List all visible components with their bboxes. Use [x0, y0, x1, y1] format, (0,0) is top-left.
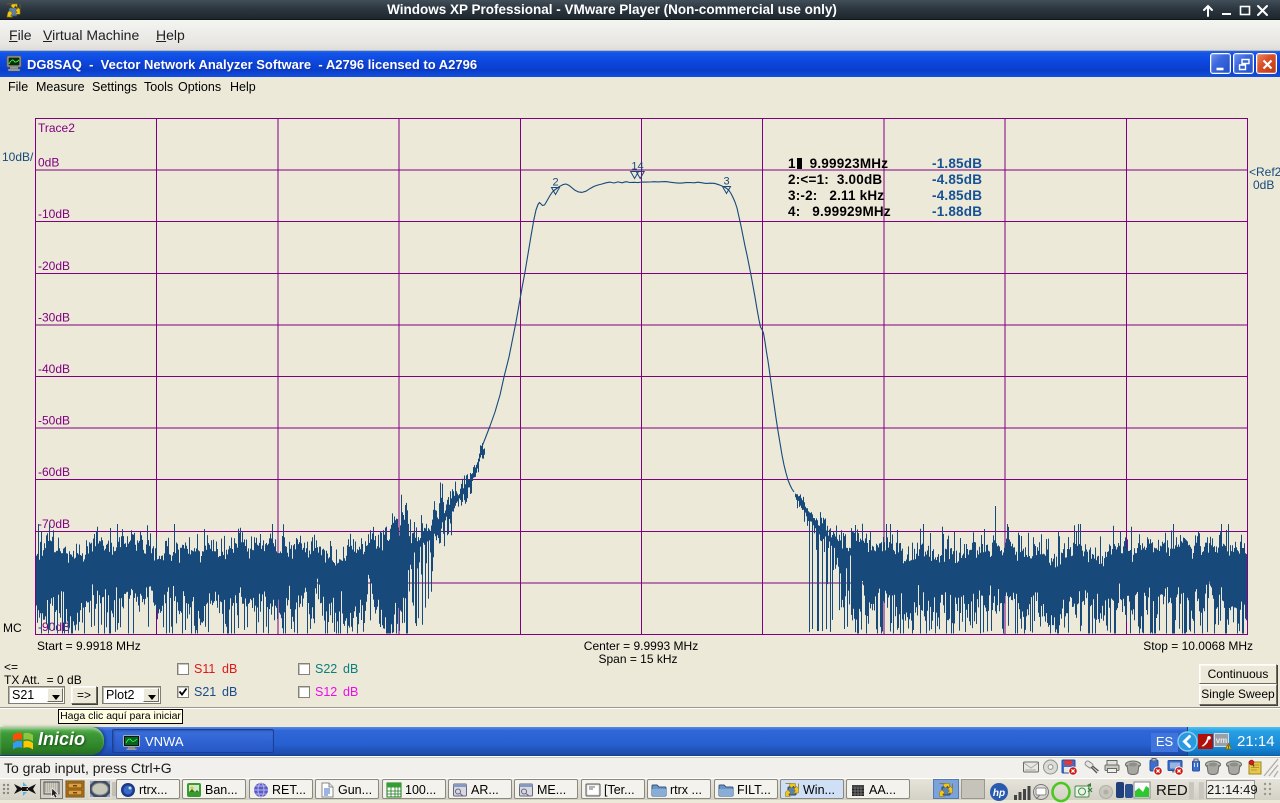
svg-text:-20dB: -20dB	[38, 259, 70, 273]
svg-text:0dB: 0dB	[1253, 178, 1274, 192]
svg-text:-60dB: -60dB	[38, 465, 70, 479]
svg-text:2: 2	[552, 177, 558, 189]
svg-text:Stop = 10.0068 MHz: Stop = 10.0068 MHz	[1143, 639, 1253, 653]
svg-text:Center = 9.9993 MHz: Center = 9.9993 MHz	[584, 639, 698, 653]
svg-text:-10dB: -10dB	[38, 207, 70, 221]
svg-text:hp: hp	[993, 788, 1005, 799]
svg-text:0dB: 0dB	[38, 156, 59, 170]
svg-text:Trace2: Trace2	[38, 121, 75, 135]
svg-text:3: 3	[723, 176, 729, 188]
svg-text:<Ref2: <Ref2	[1249, 165, 1280, 179]
svg-text:10dB/: 10dB/	[2, 150, 34, 164]
svg-text:14: 14	[631, 161, 643, 173]
svg-text:-30dB: -30dB	[38, 310, 70, 324]
svg-text:-50dB: -50dB	[38, 414, 70, 428]
svg-text:Span = 15 kHz: Span = 15 kHz	[598, 652, 677, 666]
svg-text:-70dB: -70dB	[38, 517, 70, 531]
svg-text:MC: MC	[3, 621, 22, 635]
svg-text:vm: vm	[1216, 736, 1228, 745]
svg-text:-40dB: -40dB	[38, 362, 70, 376]
svg-text:Start = 9.9918 MHz: Start = 9.9918 MHz	[37, 639, 141, 653]
